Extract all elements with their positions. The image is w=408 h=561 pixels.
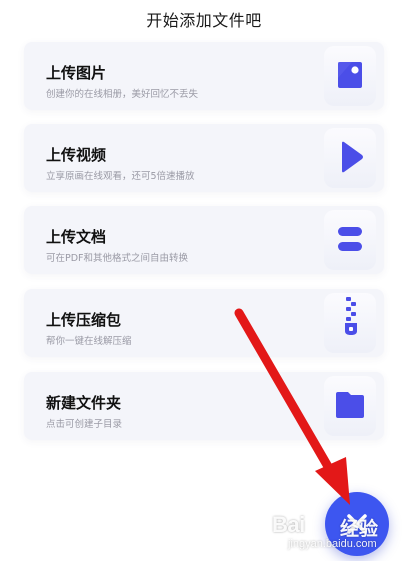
watermark-url: jingyan.baidu.com <box>288 538 377 550</box>
option-description: 可在PDF和其他格式之间自由转换 <box>46 253 189 264</box>
upload-archive-option[interactable]: 上传压缩包 帮你一键在线解压缩 <box>24 289 384 357</box>
watermark: Bai 经验 jingyan.baidu.com <box>272 510 408 554</box>
upload-image-option[interactable]: 上传图片 创建你的在线相册，美好回忆不丢失 <box>24 42 384 110</box>
option-label: 上传视频 <box>46 146 107 164</box>
option-description: 点击可创建子目录 <box>46 419 123 430</box>
image-icon <box>324 46 376 106</box>
upload-document-option[interactable]: 上传文档 可在PDF和其他格式之间自由转换 <box>24 206 384 274</box>
zip-icon <box>324 293 376 353</box>
watermark-brand: Bai <box>272 512 305 537</box>
option-description: 立享原画在线观看，还可5倍速播放 <box>46 171 195 182</box>
upload-video-option[interactable]: 上传视频 立享原画在线观看，还可5倍速播放 <box>24 124 384 192</box>
option-description: 帮你一键在线解压缩 <box>46 336 132 347</box>
play-icon <box>324 128 376 188</box>
option-label: 上传压缩包 <box>46 311 122 329</box>
watermark-word: 经验 <box>340 518 379 540</box>
page-title: 开始添加文件吧 <box>146 11 262 30</box>
option-label: 上传图片 <box>46 64 107 82</box>
document-icon <box>324 210 376 270</box>
option-description: 创建你的在线相册，美好回忆不丢失 <box>46 89 199 100</box>
option-label: 新建文件夹 <box>46 394 122 412</box>
option-label: 上传文档 <box>46 228 107 246</box>
new-folder-option[interactable]: 新建文件夹 点击可创建子目录 <box>24 372 384 440</box>
folder-icon <box>324 376 376 436</box>
